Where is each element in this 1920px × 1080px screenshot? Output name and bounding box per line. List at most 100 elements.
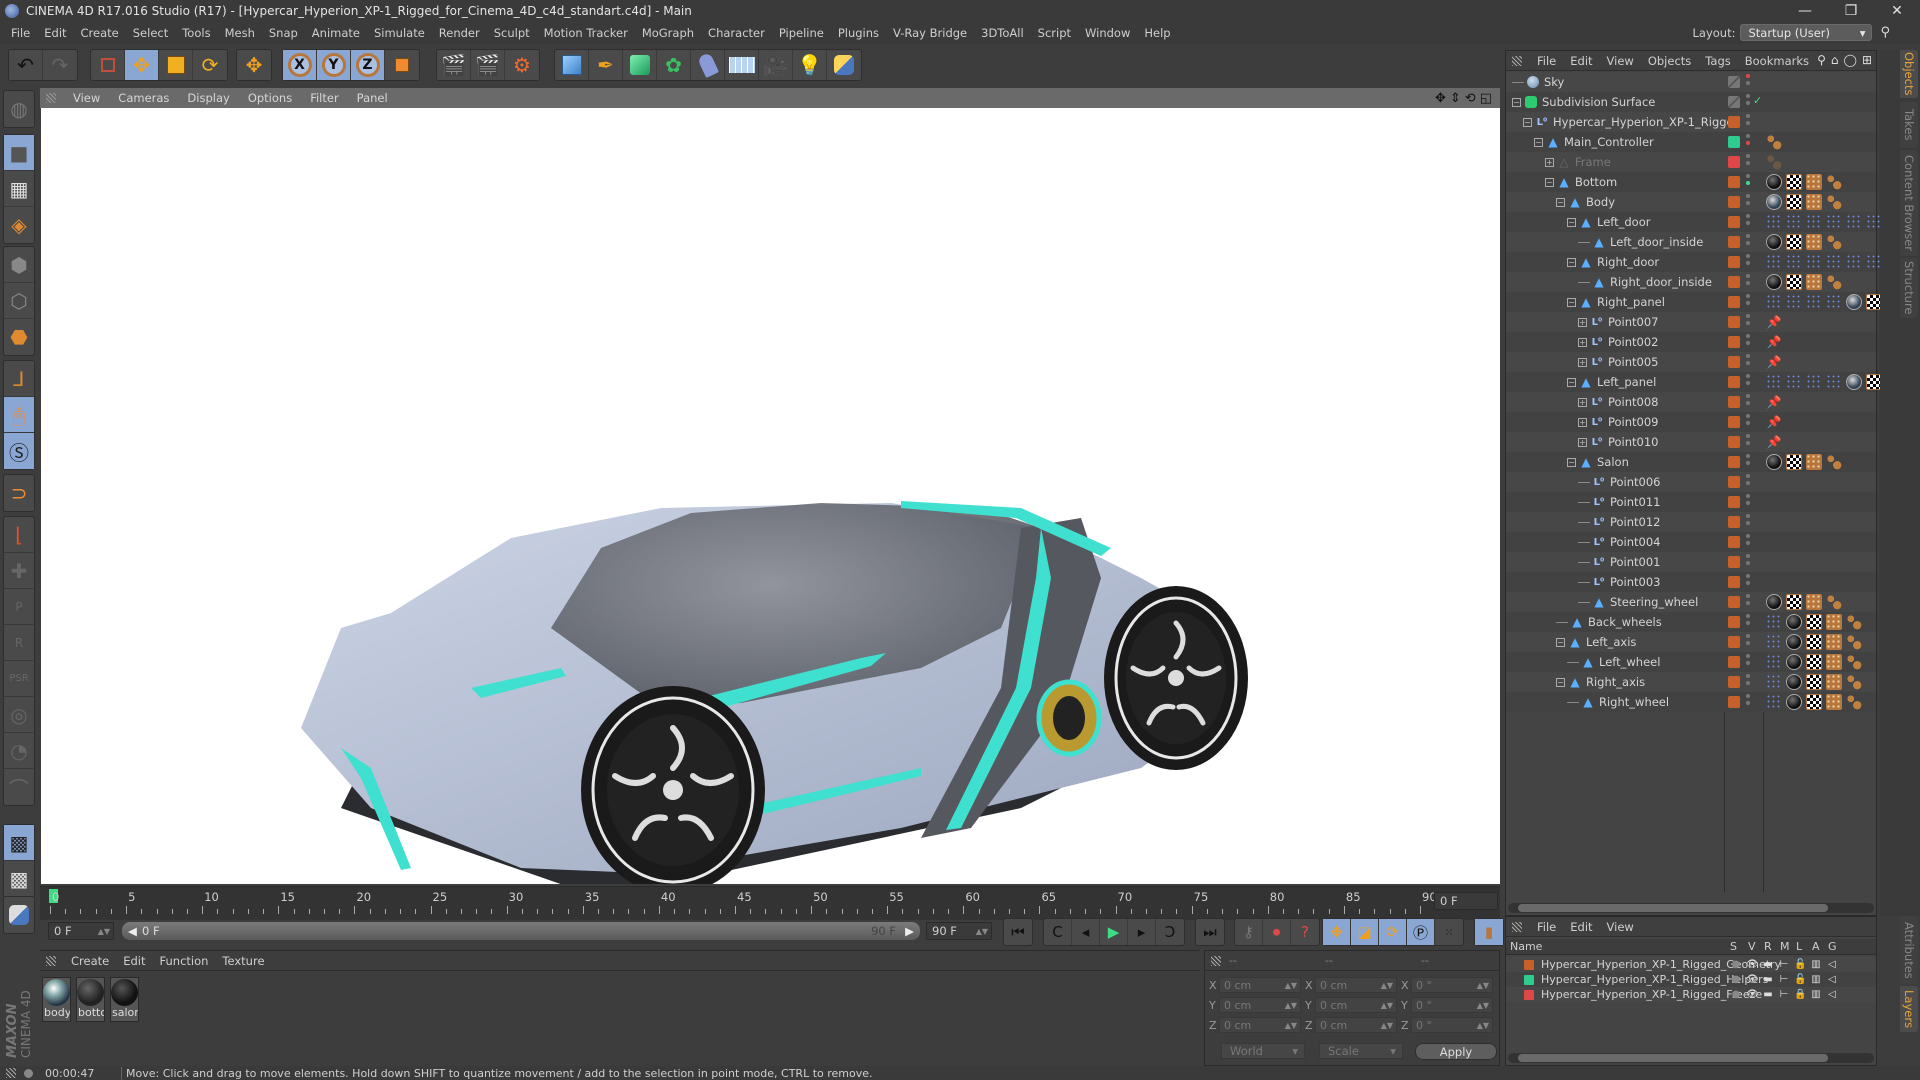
- pin-tag-icon[interactable]: 📌: [1766, 414, 1782, 430]
- constraint-tag-icon[interactable]: [1766, 374, 1782, 390]
- spinner-icon[interactable]: ▲▼: [976, 927, 988, 936]
- object-name[interactable]: Point005: [1608, 355, 1659, 369]
- layer-swatch[interactable]: [1728, 536, 1740, 548]
- layer-column-l[interactable]: L: [1796, 940, 1802, 953]
- collapse-icon[interactable]: −: [1567, 457, 1576, 467]
- spinner-icon[interactable]: ▲▼: [1477, 981, 1489, 990]
- layer-row[interactable]: Hypercar_Hyperion_XP-1_Rigged_Freeze ● 👁 ▬ ⊢…: [1506, 987, 1876, 1002]
- collapse-icon[interactable]: −: [1545, 177, 1554, 187]
- layer-swatch[interactable]: [1728, 356, 1740, 368]
- collapse-icon[interactable]: −: [1567, 217, 1576, 227]
- object-name[interactable]: Point002: [1608, 335, 1659, 349]
- spinner-icon[interactable]: ▲▼: [1285, 1001, 1297, 1010]
- layer-swatch[interactable]: [1728, 276, 1740, 288]
- object-name[interactable]: Subdivision Surface: [1542, 95, 1655, 109]
- visibility-dots[interactable]: [1746, 694, 1750, 710]
- object-menu-edit[interactable]: Edit: [1563, 54, 1599, 68]
- animation-icon[interactable]: ▥: [1810, 989, 1822, 1001]
- visibility-dots[interactable]: [1746, 254, 1750, 270]
- layer-color-swatch[interactable]: [1524, 974, 1534, 985]
- visibility-dots[interactable]: [1746, 634, 1750, 650]
- menu-character[interactable]: Character: [701, 26, 772, 40]
- floor-button[interactable]: [725, 50, 759, 80]
- layer-color-swatch[interactable]: [1524, 989, 1534, 1000]
- object-name[interactable]: Point001: [1610, 555, 1661, 569]
- object-row[interactable]: ▲ Right_wheel: [1506, 692, 1876, 712]
- layer-color-swatch[interactable]: [1524, 959, 1534, 970]
- object-row[interactable]: L⁰ Point012: [1506, 512, 1876, 532]
- key-rotation-button[interactable]: ⟳: [1379, 919, 1407, 945]
- constraint-tag-icon[interactable]: [1826, 294, 1842, 310]
- layer-swatch[interactable]: [1728, 456, 1740, 468]
- constraint-tag-icon[interactable]: [1766, 294, 1782, 310]
- material-tag-icon[interactable]: [1846, 294, 1862, 310]
- expand-icon[interactable]: +: [1578, 317, 1587, 327]
- ik-tag-icon[interactable]: [1846, 674, 1862, 690]
- object-name[interactable]: Point008: [1608, 395, 1659, 409]
- visibility-dots[interactable]: [1746, 614, 1750, 630]
- layer-menu-file[interactable]: File: [1530, 920, 1563, 934]
- expand-icon[interactable]: +: [1578, 437, 1587, 447]
- object-row[interactable]: + L⁰ Point005 📌: [1506, 352, 1876, 372]
- x-axis-button[interactable]: X: [283, 50, 317, 80]
- uvw-tag-icon[interactable]: [1826, 634, 1842, 650]
- viewport-menu-display[interactable]: Display: [178, 91, 238, 105]
- ik-tag-icon[interactable]: [1846, 694, 1862, 710]
- layer-swatch[interactable]: [1728, 416, 1740, 428]
- object-row[interactable]: + L⁰ Point007 📌: [1506, 312, 1876, 332]
- next-key-button[interactable]: Ɔ: [1156, 919, 1184, 945]
- solo-icon[interactable]: ●: [1730, 959, 1742, 971]
- go-to-end-button[interactable]: ⏭: [1196, 919, 1224, 945]
- object-row[interactable]: + L⁰ Point002 📌: [1506, 332, 1876, 352]
- menu-script[interactable]: Script: [1031, 26, 1078, 40]
- object-menu-tags[interactable]: Tags: [1698, 54, 1737, 68]
- material-tag-icon[interactable]: [1846, 374, 1862, 390]
- object-name[interactable]: Right_wheel: [1599, 695, 1669, 709]
- object-name[interactable]: Left_axis: [1586, 635, 1636, 649]
- material-tag-icon[interactable]: [1766, 174, 1782, 190]
- search-icon[interactable]: ⚲: [1880, 25, 1890, 40]
- constraint-tag-icon[interactable]: [1766, 214, 1782, 230]
- rot-x-field[interactable]: 0 ° ▲▼: [1411, 977, 1493, 993]
- constraint-tag-icon[interactable]: [1766, 694, 1782, 710]
- visibility-dots[interactable]: [1746, 234, 1750, 250]
- generator-icon[interactable]: ◁: [1826, 959, 1838, 971]
- object-menu-file[interactable]: File: [1530, 54, 1563, 68]
- align-workplane-button[interactable]: ▩: [4, 861, 34, 897]
- texture-tag-icon[interactable]: [1786, 274, 1802, 290]
- record-button[interactable]: ⏺: [1263, 919, 1291, 945]
- layer-swatch[interactable]: [1728, 476, 1740, 488]
- constraint-tag-icon[interactable]: [1846, 214, 1862, 230]
- object-name[interactable]: Bottom: [1575, 175, 1617, 189]
- expand-icon[interactable]: +: [1545, 157, 1554, 167]
- visibility-dots[interactable]: [1746, 474, 1750, 490]
- texture-tag-icon[interactable]: [1806, 634, 1822, 650]
- spinner-icon[interactable]: ▲▼: [1285, 1021, 1297, 1030]
- object-name[interactable]: Left_wheel: [1599, 655, 1660, 669]
- object-name[interactable]: Point011: [1610, 495, 1661, 509]
- visibility-dots[interactable]: [1746, 594, 1750, 610]
- layer-swatch[interactable]: [1728, 116, 1740, 128]
- joint-target-button[interactable]: ◎: [4, 697, 34, 733]
- menu-simulate[interactable]: Simulate: [367, 26, 432, 40]
- layer-column-name[interactable]: Name: [1510, 940, 1542, 953]
- home-icon[interactable]: ⌂: [1831, 53, 1839, 67]
- visibility-dots[interactable]: [1746, 174, 1750, 190]
- material-tag-icon[interactable]: [1786, 674, 1802, 690]
- timeline-ruler[interactable]: 0 5 10 15 20 25 30 35 40 45 50 55 60 65 70 75 80 85 90: [40, 886, 1500, 920]
- object-name[interactable]: Hypercar_Hyperion_XP-1_Rigged: [1553, 115, 1741, 129]
- visibility-dots[interactable]: [1746, 134, 1750, 150]
- points-mode-button[interactable]: ⬢: [4, 247, 34, 283]
- constraint-tag-icon[interactable]: [1826, 254, 1842, 270]
- visibility-dots[interactable]: [1746, 94, 1750, 110]
- object-name[interactable]: Point010: [1608, 435, 1659, 449]
- layout-dropdown[interactable]: Startup (User) ▾: [1740, 24, 1873, 41]
- scrollbar-thumb[interactable]: [1518, 904, 1828, 912]
- deformer-button[interactable]: [691, 50, 725, 80]
- texture-tag-icon[interactable]: [1786, 594, 1802, 610]
- size-mode-dropdown[interactable]: Scale ▾: [1319, 1043, 1403, 1059]
- object-name[interactable]: Left_door: [1597, 215, 1651, 229]
- snap-button[interactable]: Ⓢ: [4, 433, 34, 469]
- constraint-tag-icon[interactable]: [1826, 214, 1842, 230]
- object-row[interactable]: + L⁰ Point010 📌: [1506, 432, 1876, 452]
